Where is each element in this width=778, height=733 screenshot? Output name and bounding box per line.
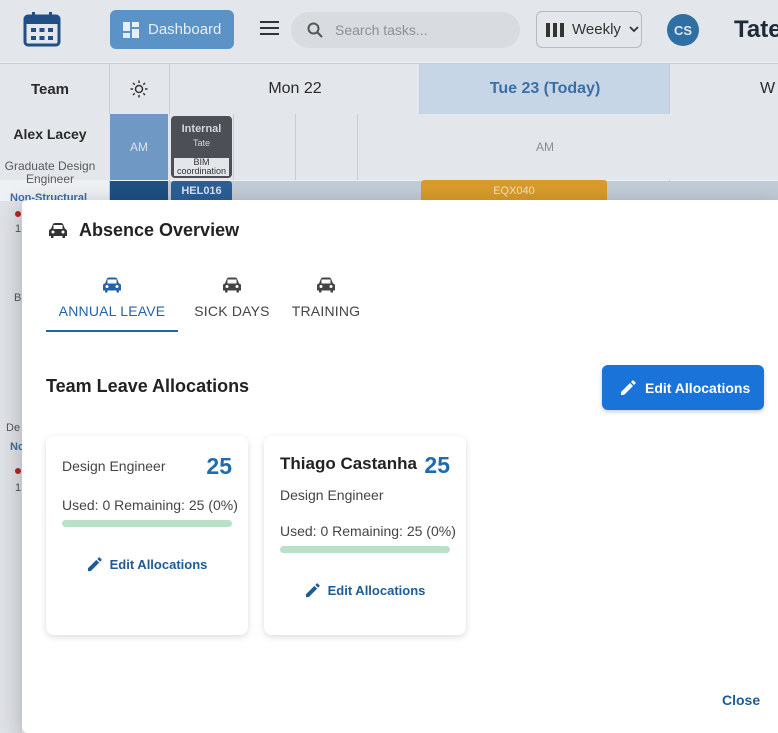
tab-sick-days[interactable]: SICK DAYS (186, 272, 278, 332)
search-icon (307, 22, 323, 38)
card-role: Design Engineer (62, 458, 166, 474)
dashboard-label: Dashboard (148, 21, 222, 38)
absence-overview-dialog: Absence Overview ANNUAL LEAVE SICK DAYS … (22, 200, 778, 733)
tab-label: SICK DAYS (194, 303, 270, 319)
columns-icon (546, 22, 564, 37)
dashboard-button[interactable]: Dashboard (110, 10, 234, 49)
card-edit-label: Edit Allocations (109, 557, 208, 572)
view-select[interactable]: Weekly (536, 11, 642, 48)
card-edit-label: Edit Allocations (327, 583, 426, 598)
card-person-name: Thiago Castanha (280, 454, 417, 473)
tab-label: TRAINING (291, 303, 361, 319)
left-strip-text: De (6, 422, 21, 434)
team-column-remainder (0, 201, 22, 733)
tab-label: ANNUAL LEAVE (58, 303, 166, 319)
usage-progress-bar (280, 546, 450, 553)
grid-divider (295, 114, 296, 180)
car-icon (103, 277, 121, 293)
search-input[interactable]: Search tasks... (291, 12, 520, 48)
left-strip-text: B (14, 292, 22, 304)
allocation-count: 25 (424, 452, 450, 478)
person-role: Graduate Design Engineer (4, 159, 96, 186)
project-task-card[interactable]: EQX040 (421, 180, 607, 201)
status-dot (15, 211, 21, 217)
project-task-card[interactable]: HEL016 (171, 181, 232, 201)
view-select-value: Weekly (572, 21, 621, 38)
card-role: Design Engineer (280, 487, 384, 503)
task-description: BIM coordination (174, 158, 229, 176)
tab-annual-leave[interactable]: ANNUAL LEAVE (46, 272, 178, 332)
tab-training[interactable]: TRAINING (288, 272, 364, 332)
edit-allocations-label: Edit Allocations (645, 379, 751, 396)
grid-divider (357, 114, 358, 180)
usage-text: Used: 0 Remaining: 25 (0%) (62, 497, 238, 513)
brand-logo: Tate (734, 16, 778, 43)
top-app-bar: Dashboard Search tasks... Weekly CS Tate (0, 0, 778, 62)
usage-text: Used: 0 Remaining: 25 (0%) (280, 523, 456, 539)
pencil-icon (621, 379, 636, 395)
edit-allocations-button[interactable]: Edit Allocations (602, 365, 764, 410)
dashboard-icon (123, 21, 139, 38)
pencil-icon (87, 557, 102, 572)
section-title: Team Leave Allocations (46, 376, 250, 396)
dialog-title: Absence Overview (48, 220, 239, 241)
status-dot (15, 468, 21, 474)
usage-progress-bar (62, 520, 232, 527)
car-icon (223, 277, 241, 293)
day-header-today: Tue 23 (Today) (420, 64, 670, 114)
team-column-header[interactable]: Team (0, 64, 100, 114)
leave-allocation-card: Design Engineer 25 Used: 0 Remaining: 25… (46, 436, 248, 635)
menu-icon[interactable] (260, 21, 279, 35)
am-slot-today[interactable]: AM (420, 114, 670, 180)
day-header-mon: Mon 22 (268, 80, 322, 97)
active-tab-indicator (46, 330, 178, 332)
leave-allocation-card: Thiago Castanha 25 Design Engineer Used:… (264, 436, 466, 635)
left-strip-text: 1 (15, 223, 22, 235)
calendar-icon[interactable] (23, 11, 61, 47)
am-slot[interactable]: AM (110, 114, 168, 180)
allocation-count: 25 (206, 453, 232, 479)
person-name: Alex Lacey (13, 126, 87, 142)
day-header-wed: W (760, 80, 776, 97)
avatar[interactable]: CS (667, 14, 699, 46)
car-icon (317, 277, 335, 293)
task-title: Internal (181, 123, 222, 135)
grid-divider (233, 114, 234, 180)
car-icon (49, 223, 67, 238)
card-edit-allocations-button[interactable]: Edit Allocations (46, 557, 248, 572)
sun-icon[interactable] (110, 64, 168, 114)
internal-task-card[interactable]: Internal Tate BIM coordination (171, 116, 232, 178)
task-client: Tate (192, 138, 210, 148)
pencil-icon (305, 583, 320, 598)
search-placeholder: Search tasks... (335, 22, 428, 38)
card-edit-allocations-button[interactable]: Edit Allocations (264, 583, 466, 598)
pm-slot[interactable] (110, 181, 168, 201)
chevron-down-icon (629, 26, 639, 33)
close-button[interactable]: Close (722, 692, 760, 708)
schedule-header: Team Mon 22 Tue 23 (Today) W (0, 63, 778, 115)
dialog-title-text: Absence Overview (79, 220, 240, 240)
left-strip-text: 1 (15, 482, 22, 494)
